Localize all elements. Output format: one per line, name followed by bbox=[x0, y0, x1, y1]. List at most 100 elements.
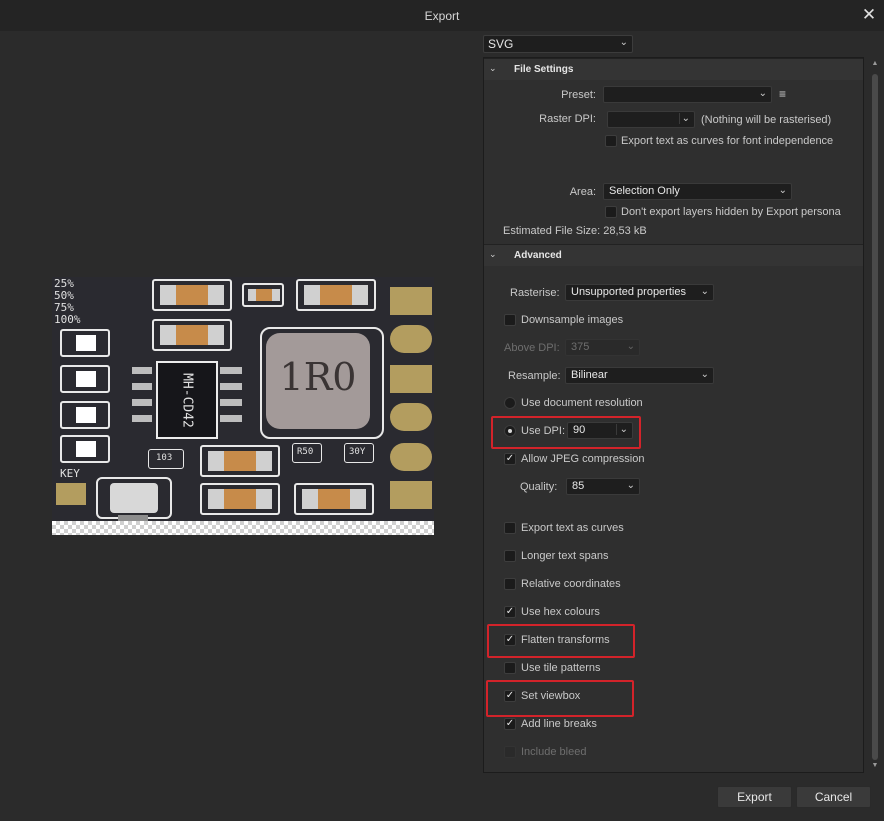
resistor-mid-1-pad-b bbox=[208, 325, 224, 345]
chevron-down-icon: ⌄ bbox=[626, 480, 635, 491]
relative-coords-label: Relative coordinates bbox=[521, 578, 621, 590]
scroll-down-icon[interactable]: ▼ bbox=[871, 762, 879, 769]
chevron-down-icon: ⌄ bbox=[678, 113, 690, 124]
preset-label: Preset: bbox=[561, 89, 596, 101]
scroll-up-icon[interactable]: ▲ bbox=[871, 60, 879, 67]
led-3-pad bbox=[76, 407, 96, 423]
ic-pin bbox=[220, 367, 242, 374]
pcb-label-100: 100% bbox=[54, 313, 81, 326]
ic-pin bbox=[132, 399, 152, 406]
hex-colours-checkbox[interactable]: ✓ bbox=[504, 606, 516, 618]
resistor-bottom-2-pad-a bbox=[208, 489, 224, 509]
flatten-checkbox[interactable]: ✓ bbox=[504, 634, 516, 646]
above-dpi-label: Above DPI: bbox=[504, 342, 560, 354]
rasterise-value: Unsupported properties bbox=[571, 286, 686, 298]
quality-dropdown[interactable]: 85 ⌄ bbox=[566, 478, 640, 495]
viewbox-checkbox[interactable]: ✓ bbox=[504, 690, 516, 702]
ic-pin bbox=[132, 383, 152, 390]
export-text-curves-label: Export text as curves bbox=[521, 522, 624, 534]
pcb-key-label: KEY bbox=[60, 467, 80, 480]
export-text-curves-font-checkbox[interactable] bbox=[605, 135, 617, 147]
chevron-down-icon: ⌄ bbox=[758, 88, 767, 99]
allow-jpeg-label: Allow JPEG compression bbox=[521, 453, 645, 465]
rasterise-dropdown[interactable]: Unsupported properties ⌄ bbox=[565, 284, 714, 301]
settings-scrollbar[interactable]: ▲ ▼ bbox=[871, 60, 879, 772]
hex-colours-label: Use hex colours bbox=[521, 606, 600, 618]
use-dpi-label: Use DPI: bbox=[521, 425, 566, 437]
resistor-bottom-1-body bbox=[224, 451, 256, 471]
chevron-down-icon: ⌄ bbox=[489, 63, 497, 73]
area-dropdown[interactable]: Selection Only ⌄ bbox=[603, 183, 792, 200]
ic-pin bbox=[220, 383, 242, 390]
ic-chip-label: MH-CD42 bbox=[179, 373, 195, 428]
export-text-curves-checkbox[interactable] bbox=[504, 522, 516, 534]
use-doc-res-label: Use document resolution bbox=[521, 397, 643, 409]
relative-coords-checkbox[interactable] bbox=[504, 578, 516, 590]
use-dpi-dropdown[interactable]: 90 ⌄ bbox=[567, 422, 633, 439]
downsample-checkbox[interactable] bbox=[504, 314, 516, 326]
led-4-pad bbox=[76, 441, 96, 457]
raster-dpi-label: Raster DPI: bbox=[539, 113, 596, 125]
cancel-button[interactable]: Cancel bbox=[796, 786, 871, 808]
resistor-top-3-body bbox=[320, 285, 352, 305]
export-preview: 25% 50% 75% 100% KEY MH-CD42 1R0 103 R50… bbox=[52, 277, 434, 535]
resistor-top-1-pad-a bbox=[160, 285, 176, 305]
quality-value: 85 bbox=[572, 480, 585, 492]
bleed-checkbox[interactable] bbox=[504, 746, 516, 758]
ic-pin bbox=[132, 415, 152, 422]
usb-body bbox=[110, 483, 158, 513]
line-breaks-label: Add line breaks bbox=[521, 718, 597, 730]
resample-dropdown[interactable]: Bilinear ⌄ bbox=[565, 367, 714, 384]
transparency-checker bbox=[52, 521, 434, 535]
chevron-down-icon: ⌄ bbox=[489, 249, 497, 259]
export-text-curves-font-label: Export text as curves for font independe… bbox=[621, 135, 834, 147]
use-dpi-radio[interactable] bbox=[504, 425, 516, 437]
resistor-bottom-2-pad-b bbox=[256, 489, 272, 509]
resistor-bottom-1-pad-b bbox=[256, 451, 272, 471]
allow-jpeg-checkbox[interactable]: ✓ bbox=[504, 453, 516, 465]
dont-export-hidden-label: Don't export layers hidden by Export per… bbox=[621, 206, 841, 218]
export-button[interactable]: Export bbox=[717, 786, 792, 808]
resistor-bottom-3-body bbox=[318, 489, 350, 509]
tile-patterns-label: Use tile patterns bbox=[521, 662, 601, 674]
raster-dpi-dropdown[interactable]: ⌄ bbox=[607, 111, 695, 128]
quality-label: Quality: bbox=[520, 481, 558, 493]
resistor-top-3-pad-b bbox=[352, 285, 368, 305]
radio-selected-dot bbox=[508, 429, 512, 433]
resistor-small-1-label: 103 bbox=[156, 453, 173, 463]
resistor-top-1-pad-b bbox=[208, 285, 224, 305]
header-pad-2 bbox=[390, 325, 432, 353]
resistor-top-2-body bbox=[256, 289, 272, 301]
led-1-pad bbox=[76, 335, 96, 351]
header-pad-1 bbox=[390, 287, 432, 315]
above-dpi-dropdown[interactable]: 375 ⌄ bbox=[565, 339, 640, 356]
menu-icon[interactable]: ≡ bbox=[779, 87, 786, 101]
estimated-file-size: Estimated File Size: 28,53 kB bbox=[503, 225, 647, 237]
scroll-thumb[interactable] bbox=[872, 74, 878, 760]
led-2-pad bbox=[76, 371, 96, 387]
preset-dropdown[interactable]: ⌄ bbox=[603, 86, 772, 103]
chevron-down-icon: ⌄ bbox=[615, 424, 628, 435]
resistor-top-3-pad-a bbox=[304, 285, 320, 305]
resistor-small-2-label: R50 bbox=[297, 447, 314, 457]
chevron-down-icon: ⌄ bbox=[700, 369, 709, 380]
dont-export-hidden-checkbox[interactable] bbox=[605, 206, 617, 218]
resistor-top-2-pad-b bbox=[272, 289, 280, 301]
format-dropdown[interactable]: SVG ⌄ bbox=[483, 35, 633, 53]
above-dpi-value: 375 bbox=[571, 341, 590, 353]
resistor-small-3-label: 30Y bbox=[349, 447, 366, 457]
longer-spans-checkbox[interactable] bbox=[504, 550, 516, 562]
resistor-bottom-3-pad-a bbox=[302, 489, 318, 509]
file-settings-title: File Settings bbox=[514, 64, 574, 75]
format-value: SVG bbox=[488, 37, 514, 51]
header-pad-5 bbox=[390, 443, 432, 471]
file-settings-header[interactable]: ⌄ File Settings bbox=[484, 58, 863, 80]
close-icon[interactable]: ✕ bbox=[858, 4, 880, 26]
chevron-down-icon: ⌄ bbox=[700, 286, 709, 297]
advanced-header[interactable]: ⌄ Advanced bbox=[484, 244, 863, 266]
line-breaks-checkbox[interactable]: ✓ bbox=[504, 718, 516, 730]
resistor-mid-1-body bbox=[176, 325, 208, 345]
tile-patterns-checkbox[interactable] bbox=[504, 662, 516, 674]
window-title: Export bbox=[424, 9, 460, 23]
use-doc-res-radio[interactable] bbox=[504, 397, 516, 409]
